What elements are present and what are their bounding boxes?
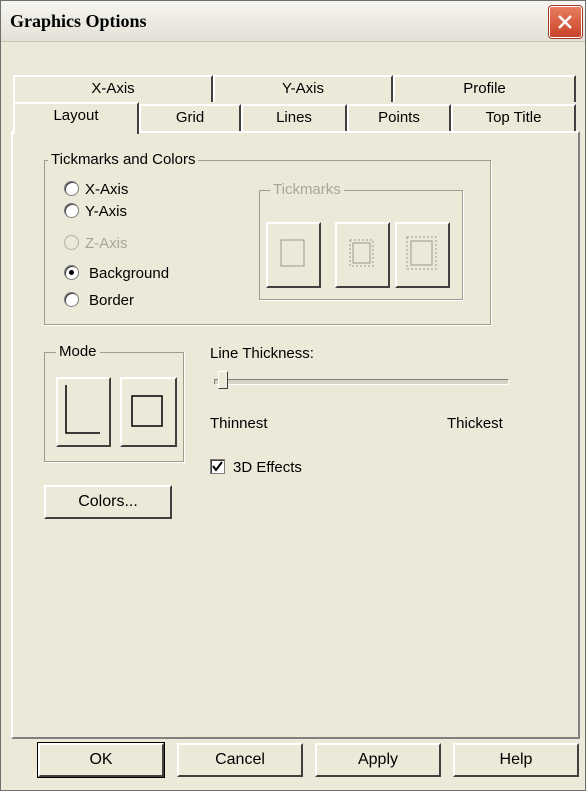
tickmarks-none-button[interactable] (266, 222, 321, 288)
tab-label: Lines (276, 109, 312, 126)
radio-x-axis[interactable] (64, 181, 79, 196)
ok-button-label: OK (89, 751, 113, 768)
radio-background[interactable] (64, 265, 79, 280)
close-icon (558, 15, 572, 29)
mode-axes-button[interactable] (56, 377, 111, 447)
radio-z-axis (64, 235, 79, 250)
tab-profile[interactable]: Profile (393, 75, 576, 102)
colors-button[interactable]: Colors... (44, 485, 172, 519)
tickmarks-label: Tickmarks (270, 182, 344, 198)
window-title: Graphics Options (10, 11, 147, 31)
cancel-button[interactable]: Cancel (177, 743, 303, 777)
tab-top-title[interactable]: Top Title (451, 104, 576, 131)
colors-button-label: Colors... (78, 493, 138, 510)
tab-label: Grid (175, 109, 205, 126)
mode-box-button[interactable] (120, 377, 177, 447)
radio-selected-dot (69, 270, 74, 275)
3d-effects-label: 3D Effects (233, 459, 302, 476)
checkmark-icon (212, 461, 223, 472)
radio-x-axis-label: X-Axis (85, 181, 129, 198)
tab-label: Profile (463, 80, 506, 97)
tab-grid[interactable]: Grid (139, 104, 241, 131)
radio-border[interactable] (64, 292, 79, 307)
thinnest-label: Thinnest (210, 415, 268, 432)
tab-label: Y-Axis (282, 80, 324, 97)
tickmarks-colors-label: Tickmarks and Colors (48, 152, 199, 168)
ok-button[interactable]: OK (37, 742, 165, 778)
graphics-options-dialog: Graphics Options X-Axis Y-Axis Profile L… (0, 0, 586, 791)
radio-y-axis[interactable] (64, 203, 79, 218)
line-thickness-track[interactable] (214, 379, 509, 385)
tickmarks-inside-icon (349, 239, 374, 267)
tab-layout[interactable]: Layout (13, 102, 139, 134)
box-frame-icon (131, 395, 163, 427)
radio-background-label: Background (89, 265, 170, 282)
cancel-button-label: Cancel (215, 751, 265, 768)
help-button[interactable]: Help (453, 743, 579, 777)
tab-label: X-Axis (91, 80, 135, 97)
radio-border-label: Border (89, 292, 135, 309)
tab-lines[interactable]: Lines (241, 104, 347, 131)
apply-button-label: Apply (357, 751, 399, 768)
close-button[interactable] (548, 5, 583, 39)
tab-label: Layout (53, 107, 99, 124)
tickmarks-inside-button[interactable] (335, 222, 390, 288)
3d-effects-checkbox[interactable] (210, 459, 225, 474)
axes-corner-icon (65, 385, 100, 434)
apply-button[interactable]: Apply (315, 743, 441, 777)
mode-label: Mode (56, 344, 100, 360)
tickmarks-none-icon (280, 239, 305, 267)
tickmarks-outside-button[interactable] (395, 222, 450, 288)
tab-points[interactable]: Points (347, 104, 451, 131)
help-button-label: Help (499, 751, 533, 768)
title-bar[interactable]: Graphics Options (1, 1, 585, 42)
tab-label: Points (378, 109, 420, 126)
line-thickness-slider-thumb[interactable] (218, 371, 228, 389)
tab-label: Top Title (485, 109, 542, 126)
line-thickness-label: Line Thickness: (210, 345, 314, 362)
tickmarks-outside-icon (406, 236, 437, 270)
tab-y-axis[interactable]: Y-Axis (213, 75, 393, 102)
thickest-label: Thickest (447, 415, 503, 432)
tab-x-axis[interactable]: X-Axis (13, 75, 213, 102)
radio-y-axis-label: Y-Axis (85, 203, 127, 220)
radio-z-axis-label: Z-Axis (85, 235, 128, 252)
